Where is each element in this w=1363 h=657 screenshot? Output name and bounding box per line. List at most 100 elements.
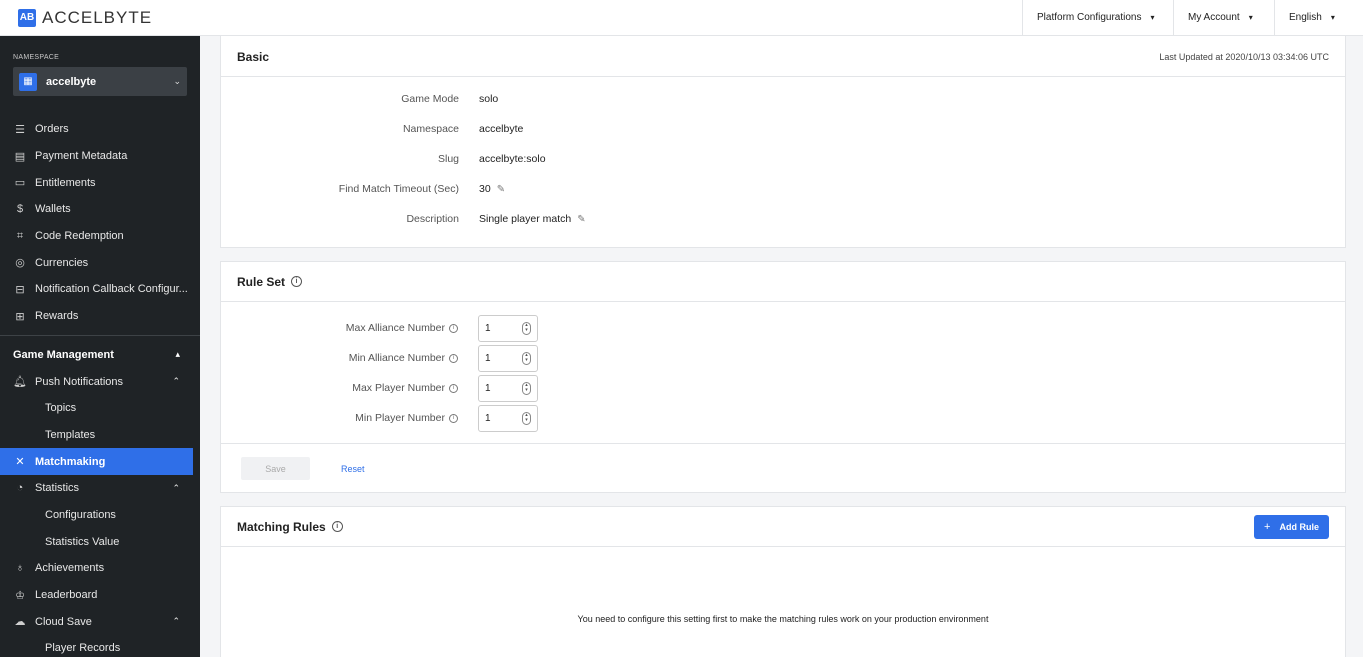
- field-slug: Slug accelbyte:solo: [221, 144, 1345, 174]
- bell-icon: 🔔︎: [13, 376, 27, 389]
- stepper-icon[interactable]: ▴ ▾: [522, 381, 531, 395]
- platform-configurations-label: Platform Configurations: [1037, 12, 1142, 23]
- min-player-label: Min Player Number: [355, 412, 445, 424]
- matchmaking-icon: ✕: [15, 456, 25, 469]
- field-max-alliance-number: Max Alliance Number i 1 ▴ ▾: [221, 313, 1345, 343]
- crown-icon: ♔: [15, 589, 25, 602]
- entitlements-icon: ▭: [14, 177, 26, 190]
- rule-set-footer: Save Reset: [221, 443, 1345, 493]
- sidebar-item-label: Rewards: [35, 310, 79, 323]
- field-label: Max Player Number i: [221, 382, 458, 394]
- sidebar-item-label: Configurations: [45, 508, 116, 521]
- sidebar-item-notification-callback[interactable]: ⊟ Notification Callback Configur...: [0, 276, 200, 303]
- sidebar-item-code-redemption[interactable]: ⌗ Code Redemption: [0, 223, 200, 250]
- sidebar-item-topics[interactable]: Topics: [0, 395, 200, 422]
- field-label: Min Player Number i: [221, 412, 458, 424]
- sidebar-item-leaderboard[interactable]: ♔ Leaderboard: [0, 582, 200, 609]
- sidebar-item-payment-metadata[interactable]: ▤ Payment Metadata: [0, 143, 200, 170]
- platform-configurations-menu[interactable]: Platform Configurations ▾: [1022, 0, 1173, 36]
- field-find-match-timeout: Find Match Timeout (Sec) 30 ✎: [221, 174, 1345, 204]
- chevron-up-icon: ⌃: [172, 482, 180, 493]
- field-description: Description Single player match ✎: [221, 204, 1345, 234]
- field-value: accelbyte: [479, 123, 523, 135]
- language-menu[interactable]: English ▾: [1274, 0, 1363, 36]
- sidebar-item-configurations[interactable]: Configurations: [0, 502, 200, 529]
- stepper-icon[interactable]: ▴ ▾: [522, 411, 531, 425]
- sidebar-item-label: Matchmaking: [35, 455, 106, 468]
- reset-button[interactable]: Reset: [341, 464, 365, 474]
- sidebar-item-label: Topics: [45, 402, 77, 415]
- field-label: Game Mode: [401, 93, 459, 105]
- sidebar-item-statistics-value[interactable]: Statistics Value: [0, 528, 200, 555]
- info-icon[interactable]: i: [449, 323, 458, 333]
- sidebar-item-orders[interactable]: ☰ Orders: [0, 116, 200, 143]
- field-min-player-number: Min Player Number i 1 ▴ ▾: [221, 403, 1345, 433]
- stepper-icon[interactable]: ▴ ▾: [522, 321, 531, 335]
- sidebar-item-rewards[interactable]: ⊞ Rewards: [0, 303, 200, 330]
- sidebar-item-label: Payment Metadata: [35, 150, 128, 163]
- sidebar-item-push-notifications[interactable]: 🔔︎ Push Notifications ⌃: [0, 368, 200, 395]
- sidebar-item-entitlements[interactable]: ▭ Entitlements: [0, 169, 200, 196]
- input-value: 1: [485, 382, 491, 394]
- rule-set-card: Rule Set i Max Alliance Number i 1 ▴ ▾ Min …: [220, 261, 1346, 493]
- slug-value: accelbyte:solo: [479, 153, 546, 165]
- sidebar-item-currencies[interactable]: ◎ Currencies: [0, 249, 200, 276]
- matching-rules-card: Matching Rules i + Add Rule You need to c…: [220, 506, 1346, 657]
- namespace-value: accelbyte: [479, 123, 524, 135]
- namespace-select[interactable]: ▦ accelbyte ⌄: [13, 67, 187, 96]
- basic-card: Basic Last Updated at 2020/10/13 03:34:0…: [220, 36, 1346, 248]
- sidebar-item-label: Templates: [45, 428, 96, 441]
- info-icon[interactable]: i: [449, 353, 458, 363]
- medal-icon: ♁: [15, 562, 25, 575]
- sidebar-item-cloud-save[interactable]: ☁ Cloud Save ⌃: [0, 608, 200, 635]
- add-rule-button[interactable]: + Add Rule: [1254, 514, 1329, 539]
- matching-rules-title: Matching Rules: [237, 519, 326, 534]
- sidebar-item-player-records[interactable]: Player Records: [0, 635, 200, 657]
- brand-logo[interactable]: AB ACCELBYTE: [18, 8, 152, 28]
- edit-pencil-icon[interactable]: ✎: [497, 184, 505, 195]
- sidebar-item-label: Code Redemption: [35, 230, 124, 243]
- info-icon[interactable]: i: [291, 276, 303, 287]
- info-icon[interactable]: i: [449, 383, 458, 393]
- min-alliance-number-input[interactable]: 1 ▴ ▾: [478, 344, 538, 372]
- min-player-number-input[interactable]: 1 ▴ ▾: [478, 404, 538, 432]
- sidebar-item-matchmaking[interactable]: ✕ Matchmaking: [0, 448, 193, 475]
- sidebar-item-wallets[interactable]: $ Wallets: [0, 196, 200, 223]
- info-icon[interactable]: i: [331, 521, 343, 532]
- sidebar-item-templates[interactable]: Templates: [0, 422, 200, 449]
- namespace-value: accelbyte: [46, 75, 97, 88]
- input-value: 1: [485, 412, 491, 424]
- field-label: Max Alliance Number i: [221, 322, 458, 334]
- description-value: Single player match: [479, 213, 572, 225]
- edit-pencil-icon[interactable]: ✎: [577, 214, 585, 225]
- sidebar-item-label: Currencies: [35, 256, 89, 269]
- gift-icon: ⊞: [15, 310, 25, 323]
- empty-state-message: You need to configure this setting first…: [577, 614, 989, 624]
- sidebar-item-statistics[interactable]: ◔ Statistics ⌃: [0, 475, 200, 502]
- field-value: 30 ✎: [479, 183, 505, 195]
- sidebar-item-label: Wallets: [35, 203, 71, 216]
- code-icon: ⌗: [16, 229, 24, 242]
- chevron-down-icon: ⌄: [173, 76, 181, 86]
- save-button[interactable]: Save: [241, 457, 310, 480]
- max-player-number-input[interactable]: 1 ▴ ▾: [478, 374, 538, 402]
- info-icon[interactable]: i: [449, 413, 458, 423]
- sidebar-section-game-management[interactable]: Game Management ▴: [0, 342, 200, 369]
- matching-rules-header: Matching Rules i + Add Rule: [221, 507, 1345, 547]
- chevron-down-icon: ▾: [1330, 13, 1335, 22]
- plus-icon: +: [1264, 520, 1271, 533]
- max-alliance-number-input[interactable]: 1 ▴ ▾: [478, 314, 538, 342]
- input-value: 1: [485, 352, 491, 364]
- statistics-icon: ◔: [16, 482, 24, 495]
- sidebar-item-achievements[interactable]: ♁ Achievements: [0, 555, 200, 582]
- my-account-menu[interactable]: My Account ▾: [1173, 0, 1274, 36]
- add-rule-label: Add Rule: [1279, 521, 1319, 532]
- field-label: Namespace: [402, 123, 459, 135]
- stepper-icon[interactable]: ▴ ▾: [522, 351, 531, 365]
- top-bar: AB ACCELBYTE Platform Configurations ▾ M…: [0, 0, 1363, 36]
- field-label: Min Alliance Number i: [221, 352, 458, 364]
- last-updated-text: Last Updated at 2020/10/13 03:34:06 UTC: [1159, 51, 1329, 62]
- max-alliance-label: Max Alliance Number: [345, 322, 445, 334]
- sidebar-item-label: Entitlements: [35, 176, 96, 189]
- language-label: English: [1289, 12, 1322, 23]
